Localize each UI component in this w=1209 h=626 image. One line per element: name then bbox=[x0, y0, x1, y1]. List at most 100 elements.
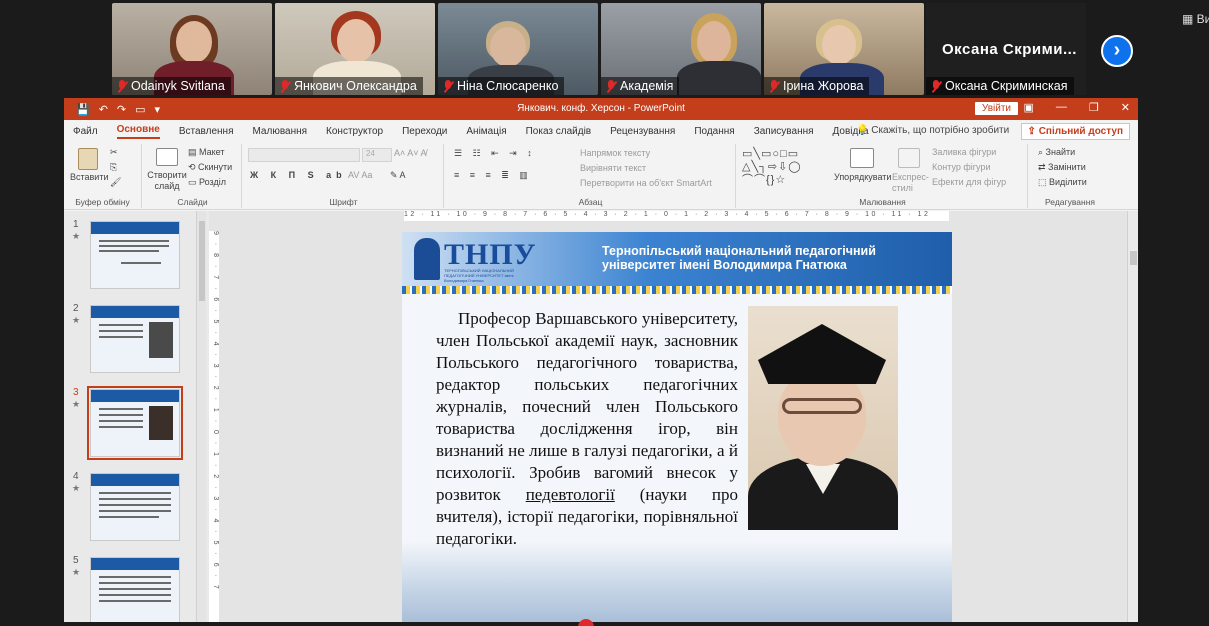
select-button[interactable]: ⬚ Виділити bbox=[1038, 177, 1087, 188]
find-label: Знайти bbox=[1045, 147, 1076, 157]
arrange-icon[interactable] bbox=[850, 148, 874, 168]
thumbnail-line bbox=[99, 330, 143, 332]
new-slide-button[interactable]: Створити слайд bbox=[146, 170, 188, 192]
participant-tile-active-speaker[interactable]: Янкович Олександра bbox=[275, 3, 435, 95]
close-icon[interactable]: ✕ bbox=[1121, 101, 1130, 114]
font-style-buttons[interactable]: Ж К П S ab bbox=[250, 170, 347, 180]
thumbnail-line bbox=[99, 245, 169, 247]
tab-home[interactable]: Основне bbox=[116, 124, 160, 139]
editing-group: ⌕ Знайти ⇄ Замінити ⬚ Виділити Редагуван… bbox=[1030, 144, 1110, 208]
format-painter-icon[interactable]: 🖌 bbox=[110, 177, 121, 188]
cut-icon[interactable]: ✂ bbox=[110, 147, 118, 158]
tab-review[interactable]: Рецензування bbox=[610, 126, 675, 137]
sign-in-button[interactable]: Увійти bbox=[974, 102, 1018, 115]
alignment-buttons[interactable]: ≡ ≡ ≡ ≣ ▥ bbox=[454, 170, 532, 181]
participant-tile[interactable]: Ірина Жорова bbox=[764, 3, 924, 95]
thumbnail-line bbox=[99, 408, 143, 410]
tab-file[interactable]: Файл bbox=[73, 126, 98, 137]
animation-star-icon: ★ bbox=[72, 315, 81, 325]
thumbnails-scrollbar[interactable] bbox=[196, 211, 206, 622]
maximize-icon[interactable]: ❐ bbox=[1089, 101, 1099, 114]
paste-icon[interactable] bbox=[78, 148, 98, 170]
convert-smartart-button[interactable]: Перетворити на об'єкт SmartArt bbox=[580, 178, 712, 188]
slides-group: Створити слайд ▤ Макет ⟲ Скинути ▭ Розді… bbox=[144, 144, 242, 208]
participant-name: Ніна Слюсаренко bbox=[457, 79, 559, 93]
muted-mic-icon bbox=[442, 79, 454, 93]
participant-figure bbox=[176, 21, 212, 63]
slide-thumbnail[interactable] bbox=[90, 221, 180, 289]
quick-styles-icon[interactable] bbox=[898, 148, 920, 168]
arrange-button[interactable]: Упорядкувати bbox=[834, 172, 891, 182]
new-slide-icon[interactable] bbox=[156, 148, 178, 166]
slide-body-text[interactable]: Професор Варшавського університету, член… bbox=[436, 308, 738, 550]
slide-thumbnails-pane: 1 ★ 2 ★ 3 ★ 4 ★ 5 ★ bbox=[64, 211, 209, 622]
tab-recording[interactable]: Записування bbox=[754, 126, 814, 137]
text-direction-button[interactable]: Напрямок тексту bbox=[580, 148, 650, 158]
character-spacing-icon[interactable]: AV Aa bbox=[348, 170, 372, 180]
view-button-label: Ви bbox=[1196, 12, 1209, 26]
photo-face bbox=[778, 370, 866, 466]
find-button[interactable]: ⌕ Знайти bbox=[1038, 147, 1075, 158]
next-page-button[interactable]: › bbox=[1101, 35, 1133, 67]
participant-tile[interactable]: Академія bbox=[601, 3, 761, 95]
share-button[interactable]: ⇪ Спільний доступ bbox=[1020, 123, 1130, 140]
view-button[interactable]: ▦ Ви bbox=[1182, 12, 1209, 26]
tab-transitions[interactable]: Переходи bbox=[402, 126, 447, 137]
section-label: Розділ bbox=[199, 177, 226, 187]
slide-thumbnail-selected[interactable] bbox=[87, 386, 183, 460]
participant-name-bar: Ірина Жорова bbox=[764, 77, 870, 95]
thumbnail-line bbox=[99, 426, 143, 428]
animation-star-icon: ★ bbox=[72, 567, 81, 577]
slide-thumbnail[interactable] bbox=[90, 305, 180, 373]
participant-tile[interactable]: Odainyk Svitlana bbox=[112, 3, 272, 95]
slide-scrollbar[interactable] bbox=[1127, 211, 1138, 622]
slide-editing-area: 12 · 11 · 10 · 9 · 8 · 7 · 6 · 5 · 4 · 3… bbox=[209, 211, 1127, 622]
thumbnail-line bbox=[99, 576, 171, 578]
reset-button[interactable]: ⟲ Скинути bbox=[188, 162, 232, 173]
current-slide[interactable]: ТНПУ ТЕРНОПІЛЬСЬКИЙ НАЦІОНАЛЬНИЙ ПЕДАГОГ… bbox=[402, 232, 952, 622]
shape-fill-button[interactable]: Заливка фігури bbox=[932, 147, 996, 157]
group-label: Слайди bbox=[177, 197, 208, 207]
shape-outline-button[interactable]: Контур фігури bbox=[932, 162, 990, 172]
paste-button[interactable]: Вставити bbox=[70, 172, 109, 182]
participant-tile-no-video[interactable]: Оксана Скрими... Оксана Скриминская bbox=[926, 3, 1086, 95]
section-button[interactable]: ▭ Розділ bbox=[188, 177, 226, 188]
professor-portrait-photo[interactable] bbox=[748, 306, 898, 530]
replace-button[interactable]: ⇄ Замінити bbox=[1038, 162, 1086, 173]
list-buttons[interactable]: ☰ ☷ ⇤ ⇥ ↕ bbox=[454, 148, 536, 159]
tab-slide-show[interactable]: Показ слайдів bbox=[526, 126, 592, 137]
thumbnail-header bbox=[91, 222, 179, 234]
layout-button[interactable]: ▤ Макет bbox=[188, 147, 225, 158]
shape-effects-button[interactable]: Ефекти для фігур bbox=[932, 177, 1006, 187]
shapes-gallery[interactable]: ▭╲▭○□▭ △╲┐⇨⇩◯ ⌒⌒{}☆ bbox=[742, 148, 830, 187]
quick-styles-button[interactable]: Експрес-стилі bbox=[892, 172, 929, 194]
share-icon: ⇪ bbox=[1027, 126, 1039, 137]
ribbon-display-icon[interactable]: ▣ bbox=[1024, 101, 1034, 114]
scrollbar-thumb[interactable] bbox=[199, 221, 205, 301]
scrollbar-thumb[interactable] bbox=[1130, 251, 1137, 265]
font-size-dropdown[interactable]: 24 bbox=[362, 148, 392, 162]
tell-me-search[interactable]: 💡 Скажіть, що потрібно зробити bbox=[856, 125, 1009, 136]
font-color-icon[interactable]: ✎ A bbox=[390, 170, 406, 181]
clipboard-group: Вставити ✂ ⎘ 🖌 Буфер обміну bbox=[64, 144, 142, 208]
copy-icon[interactable]: ⎘ bbox=[110, 162, 117, 173]
tab-animations[interactable]: Анімація bbox=[466, 126, 506, 137]
layout-label: Макет bbox=[199, 147, 225, 157]
font-name-dropdown[interactable] bbox=[248, 148, 360, 162]
tab-insert[interactable]: Вставлення bbox=[179, 126, 234, 137]
minimize-icon[interactable]: — bbox=[1056, 101, 1067, 114]
spellcheck-underlined-word: педевтології bbox=[525, 485, 615, 504]
slide-thumbnail[interactable] bbox=[90, 557, 180, 622]
lightbulb-icon: 💡 bbox=[856, 125, 872, 136]
vertical-ruler: 9 · 8 · 7 · 6 · 5 · 4 · 3 · 2 · 1 · 0 · … bbox=[209, 231, 219, 622]
participant-tile[interactable]: Ніна Слюсаренко bbox=[438, 3, 598, 95]
tab-design[interactable]: Конструктор bbox=[326, 126, 383, 137]
align-text-button[interactable]: Вирівняти текст bbox=[580, 163, 646, 173]
tab-draw[interactable]: Малювання bbox=[252, 126, 307, 137]
animation-star-icon: ★ bbox=[72, 399, 81, 409]
group-label: Редагування bbox=[1044, 197, 1095, 207]
photo-academic-cap bbox=[758, 324, 886, 384]
grow-font-icon[interactable]: A˄ A˅ A̸ bbox=[394, 148, 427, 158]
slide-thumbnail[interactable] bbox=[90, 473, 180, 541]
tab-view[interactable]: Подання bbox=[694, 126, 734, 137]
